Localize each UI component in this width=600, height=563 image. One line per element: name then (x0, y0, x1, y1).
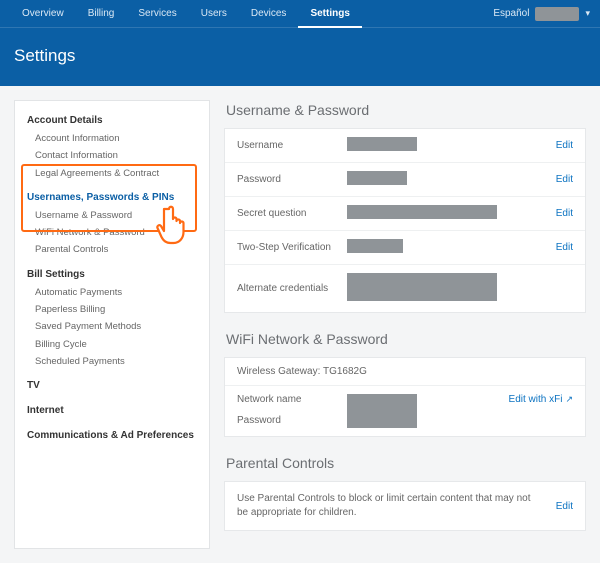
primary-nav: Overview Billing Services Users Devices … (0, 0, 600, 28)
value-password-masked (347, 171, 407, 185)
row-alt-credentials: Alternate credentials (225, 265, 585, 312)
value-two-step-masked (347, 239, 403, 253)
wifi-gateway-row: Wireless Gateway: TG1682G (225, 358, 585, 386)
row-username: Username Edit (225, 129, 585, 163)
sb-item-saved-payment-methods[interactable]: Saved Payment Methods (15, 318, 209, 335)
wifi-values-masked (347, 394, 417, 428)
edit-password[interactable]: Edit (556, 174, 573, 185)
nav-billing[interactable]: Billing (76, 0, 127, 28)
wifi-password-label: Password (237, 415, 347, 426)
value-alt-credentials-masked (347, 273, 497, 301)
sb-item-wifi-network-password[interactable]: WiFi Network & Password (15, 224, 209, 241)
card-parental: Use Parental Controls to block or limit … (224, 481, 586, 531)
parental-row: Use Parental Controls to block or limit … (225, 482, 585, 530)
card-wifi: Wireless Gateway: TG1682G Network name P… (224, 357, 586, 437)
nav-devices[interactable]: Devices (239, 0, 299, 28)
sb-item-username-password[interactable]: Username & Password (15, 207, 209, 224)
sb-item-scheduled-payments[interactable]: Scheduled Payments (15, 353, 209, 370)
language-switch[interactable]: Español (493, 8, 529, 19)
wifi-gateway-label: Wireless Gateway: (237, 366, 320, 377)
row-password: Password Edit (225, 163, 585, 197)
value-username-masked (347, 137, 417, 151)
external-link-icon: ↗ (565, 394, 573, 405)
sb-group-usernames-passwords-pins[interactable]: Usernames, Passwords & PINs (15, 188, 209, 207)
sb-group-bill-settings[interactable]: Bill Settings (15, 265, 209, 284)
sb-item-billing-cycle[interactable]: Billing Cycle (15, 336, 209, 353)
row-two-step: Two-Step Verification Edit (225, 231, 585, 265)
edit-username[interactable]: Edit (556, 140, 573, 151)
sb-item-contact-information[interactable]: Contact Information (15, 147, 209, 164)
label-two-step: Two-Step Verification (237, 242, 347, 253)
top-bar: Overview Billing Services Users Devices … (0, 0, 600, 86)
card-username-password: Username Edit Password Edit Secret quest… (224, 128, 586, 313)
edit-two-step[interactable]: Edit (556, 242, 573, 253)
row-secret-question: Secret question Edit (225, 197, 585, 231)
label-alt-credentials: Alternate credentials (237, 283, 347, 294)
nav-users[interactable]: Users (189, 0, 239, 28)
main-panel: Username & Password Username Edit Passwo… (224, 100, 586, 549)
sb-group-comm-ad-prefs[interactable]: Communications & Ad Preferences (15, 426, 209, 445)
parental-text: Use Parental Controls to block or limit … (237, 492, 556, 520)
nav-settings[interactable]: Settings (298, 0, 361, 28)
sb-item-account-information[interactable]: Account Information (15, 130, 209, 147)
wifi-gateway-model: TG1682G (323, 366, 367, 377)
sb-item-paperless-billing[interactable]: Paperless Billing (15, 301, 209, 318)
sb-item-automatic-payments[interactable]: Automatic Payments (15, 284, 209, 301)
nav-services[interactable]: Services (126, 0, 188, 28)
sb-group-tv[interactable]: TV (15, 376, 209, 395)
settings-sidebar: Account Details Account Information Cont… (14, 100, 210, 549)
edit-secret-question[interactable]: Edit (556, 208, 573, 219)
edit-parental[interactable]: Edit (556, 501, 573, 512)
label-username: Username (237, 140, 347, 151)
section-title-parental: Parental Controls (226, 455, 586, 471)
page-title: Settings (0, 28, 600, 86)
sb-item-parental-controls[interactable]: Parental Controls (15, 241, 209, 258)
account-chip[interactable] (535, 7, 579, 21)
nav-overview[interactable]: Overview (10, 0, 76, 28)
sb-group-internet[interactable]: Internet (15, 401, 209, 420)
value-secret-question-masked (347, 205, 497, 219)
edit-with-xfi[interactable]: Edit with xFi ↗ (509, 394, 573, 405)
wifi-body: Network name Password Edit with xFi ↗ (225, 386, 585, 436)
sb-group-account-details[interactable]: Account Details (15, 111, 209, 130)
label-password: Password (237, 174, 347, 185)
chevron-down-icon[interactable]: ▾ (585, 8, 590, 19)
section-title-wifi: WiFi Network & Password (226, 331, 586, 347)
sb-item-legal-agreements[interactable]: Legal Agreements & Contract (15, 165, 209, 182)
section-title-username-password: Username & Password (226, 102, 586, 118)
wifi-network-label: Network name (237, 394, 347, 405)
content: Account Details Account Information Cont… (0, 86, 600, 563)
label-secret-question: Secret question (237, 208, 347, 219)
